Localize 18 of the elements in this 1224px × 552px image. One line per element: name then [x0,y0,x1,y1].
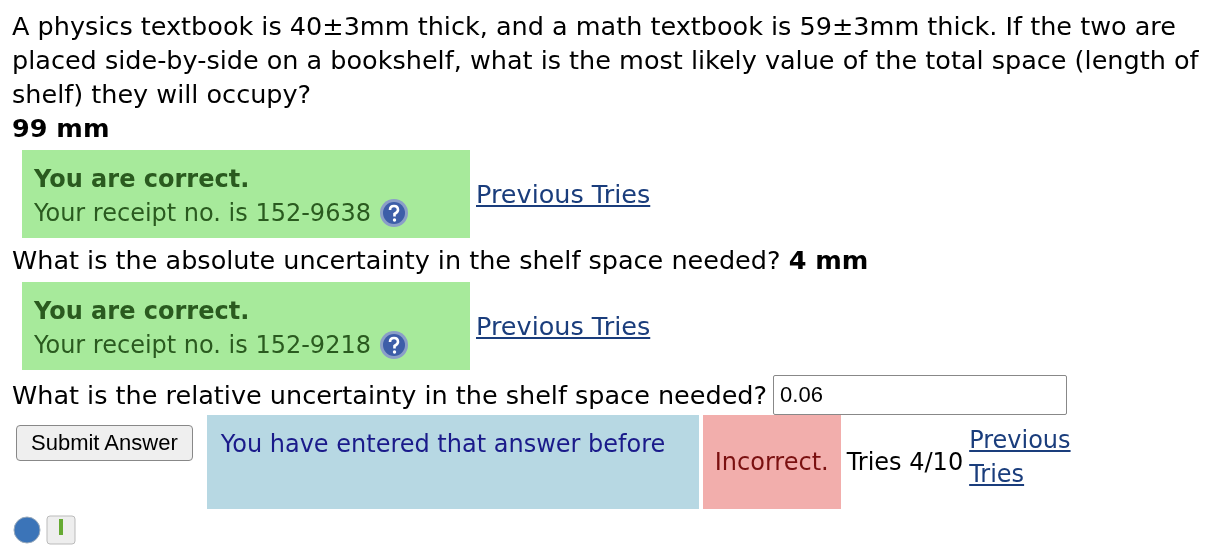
message-box: You have entered that answer before [206,415,699,509]
receipt-text: Your receipt no. is 152-9638 [34,198,371,229]
status-box: Incorrect. [702,415,841,509]
help-icon[interactable] [378,198,409,228]
previous-tries-link[interactable]: Previous Tries [476,309,651,343]
question-text: What is the relative uncertainty in the shelf space needed? [12,379,768,412]
tries-count: Tries 4/10 [846,447,964,478]
answer-text: 99 mm [12,112,111,145]
previous-tries-link[interactable]: Previous Tries [969,423,1090,491]
question-text: A physics textbook is 40±3mm thick, and a math textbook is 59±3mm thick. If the two are placed side-by-side on a bookshelf, what is the most likely value of the total space (length of shelf) they will occupy? [12,10,1200,111]
receipt-text: Your receipt no. is 152-9218 [34,330,371,361]
previous-tries-link[interactable]: Previous Tries [476,177,651,211]
feedback-title: You are correct. [34,296,251,327]
feedback-title: You are correct. [34,164,251,195]
answer-field[interactable]: 0.06 [773,375,1068,415]
submit-button[interactable]: Submit Answer [16,425,193,461]
question-text: What is the absolute uncertainty in the shelf space needed? 4 mm [12,244,870,277]
help-icon[interactable] [378,330,409,360]
